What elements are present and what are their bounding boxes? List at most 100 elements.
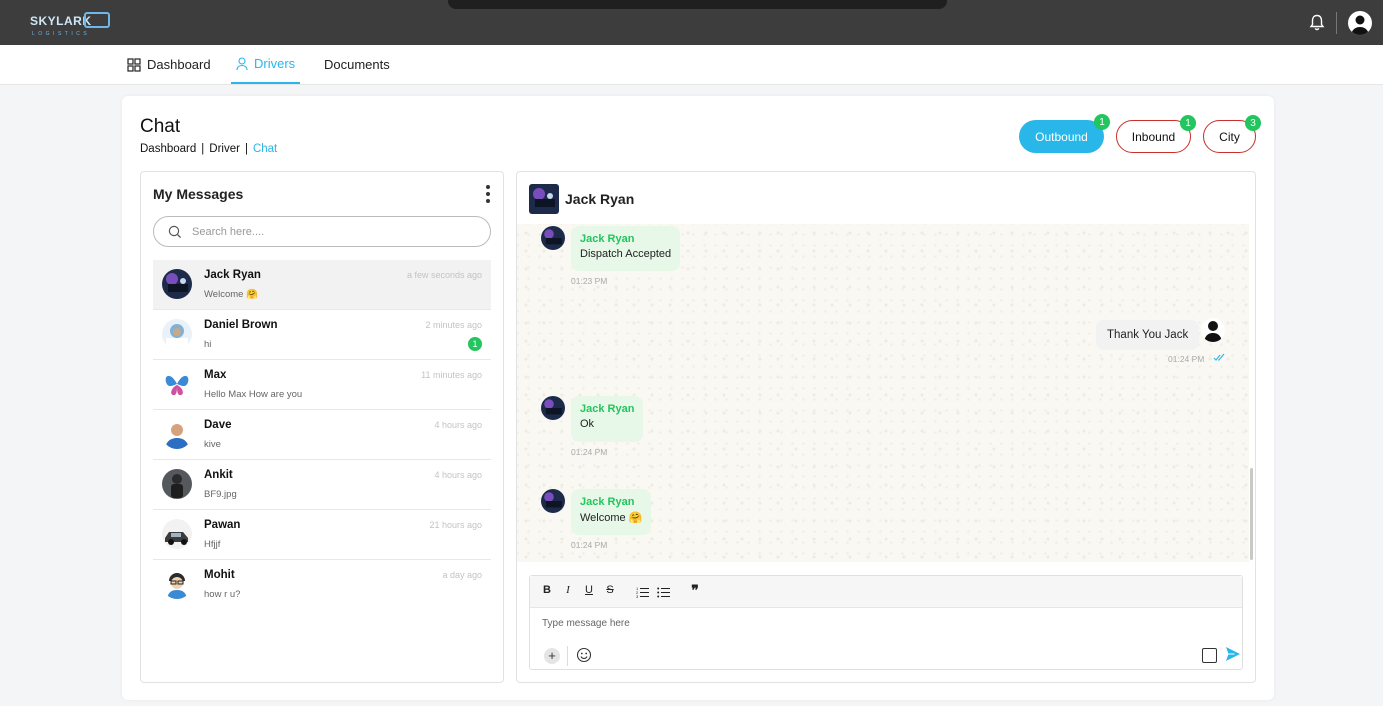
city-filter-button[interactable]: City 3 — [1203, 115, 1261, 153]
conversation-item[interactable]: Mohit how r u? a day ago — [153, 560, 491, 610]
contact-avatar — [162, 469, 192, 499]
conversation-item[interactable]: Pawan Hfjjf 21 hours ago — [153, 510, 491, 560]
formatting-toolbar: B I U S 123 ❞ — [530, 576, 1242, 608]
topbar-divider — [1336, 12, 1337, 34]
nav-dashboard[interactable]: Dashboard — [127, 45, 211, 84]
outbound-filter-button[interactable]: Outbound 1 — [1019, 114, 1110, 153]
message-composer: B I U S 123 ❞ Type message here + — [529, 575, 1243, 670]
nav-dashboard-label: Dashboard — [147, 57, 211, 72]
chat-contact-avatar — [529, 184, 559, 214]
message-preview: hi — [204, 339, 212, 350]
nav-drivers-label: Drivers — [254, 56, 296, 71]
incoming-message: Jack Ryan Ok — [571, 396, 644, 442]
conversation-item[interactable]: Max Hello Max How are you 11 minutes ago — [153, 360, 491, 410]
contact-name: Max — [204, 369, 227, 381]
underline-button[interactable]: U — [582, 584, 596, 596]
contact-avatar — [162, 369, 192, 399]
outbound-label: Outbound — [1035, 129, 1088, 144]
send-icon[interactable] — [1225, 646, 1241, 662]
page-title: Chat — [140, 116, 181, 137]
chat-scrollbar[interactable] — [1250, 468, 1253, 560]
unread-badge: 1 — [468, 337, 482, 351]
message-preview: Hello Max How are you — [204, 389, 303, 400]
message-text: Ok — [580, 418, 595, 430]
truck-icon — [84, 12, 110, 28]
contact-name: Pawan — [204, 519, 241, 531]
breadcrumb-separator: | — [244, 143, 248, 155]
breadcrumb-chat: Chat — [252, 143, 278, 155]
message-text: Thank You Jack — [1107, 329, 1189, 341]
message-preview: kive — [204, 439, 221, 450]
my-messages-title: My Messages — [153, 186, 244, 202]
bullet-list-icon[interactable] — [657, 586, 670, 598]
ordered-list-icon[interactable]: 123 — [636, 586, 649, 598]
message-input[interactable]: Type message here — [542, 618, 630, 629]
contact-name: Ankit — [204, 469, 233, 481]
contact-avatar — [162, 269, 192, 299]
inbound-label: Inbound — [1131, 129, 1176, 144]
sender-avatar — [541, 489, 565, 513]
breadcrumb-separator: | — [201, 143, 205, 155]
contact-avatar — [162, 419, 192, 449]
message-text: Dispatch Accepted — [580, 248, 672, 260]
contact-name: Jack Ryan — [204, 269, 261, 281]
nav-drivers[interactable]: Drivers — [231, 45, 300, 84]
logo-text: SKYLARK — [30, 14, 92, 28]
message-preview: Welcome 🤗 — [204, 289, 258, 300]
strikethrough-button[interactable]: S — [603, 584, 617, 596]
screen-notch — [448, 0, 947, 9]
chat-contact-name: Jack Ryan — [565, 191, 635, 207]
message-sender: Jack Ryan — [580, 403, 635, 415]
skylark-logo[interactable]: SKYLARK LOGISTICS — [22, 10, 112, 40]
message-time: 01:24 PM — [571, 540, 608, 550]
incoming-message: Jack Ryan Dispatch Accepted — [571, 226, 681, 271]
outbound-count-badge: 1 — [1094, 114, 1110, 130]
breadcrumb-dashboard[interactable]: Dashboard — [140, 143, 196, 155]
more-options-icon[interactable] — [484, 184, 492, 206]
add-attachment-button[interactable]: + — [544, 648, 560, 664]
message-time: a day ago — [442, 570, 482, 580]
italic-button[interactable]: I — [561, 584, 575, 596]
city-count-badge: 3 — [1245, 115, 1261, 131]
sender-avatar — [541, 226, 565, 250]
bold-button[interactable]: B — [540, 584, 554, 596]
conversation-item[interactable]: Jack Ryan Welcome 🤗 a few seconds ago — [153, 260, 491, 310]
message-time: 4 hours ago — [434, 470, 482, 480]
message-preview: Hfjjf — [204, 539, 221, 550]
search-icon — [168, 225, 182, 239]
contact-name: Daniel Brown — [204, 319, 278, 331]
message-time: 11 minutes ago — [421, 370, 482, 380]
message-preview: BF9.jpg — [204, 489, 237, 500]
inbound-count-badge: 1 — [1180, 115, 1196, 131]
composer-divider — [567, 646, 568, 666]
conversation-item[interactable]: Ankit BF9.jpg 4 hours ago — [153, 460, 491, 510]
search-input[interactable] — [192, 223, 472, 241]
message-time: 21 hours ago — [429, 520, 482, 530]
conversation-item[interactable]: Dave kive 4 hours ago — [153, 410, 491, 460]
emoji-icon[interactable] — [576, 647, 592, 663]
outgoing-message: Thank You Jack — [1096, 320, 1200, 350]
contact-avatar — [162, 519, 192, 549]
user-avatar[interactable] — [1348, 11, 1372, 35]
message-time: a few seconds ago — [406, 270, 482, 280]
top-bar: SKYLARK LOGISTICS — [0, 0, 1383, 45]
breadcrumb: Dashboard | Driver | Chat — [140, 143, 277, 155]
svg-text:3: 3 — [636, 594, 639, 598]
bell-icon[interactable] — [1309, 14, 1325, 32]
inbound-filter-button[interactable]: Inbound 1 — [1116, 115, 1196, 153]
contact-name: Mohit — [204, 569, 235, 581]
message-time: 2 minutes ago — [425, 320, 482, 330]
message-time: 4 hours ago — [434, 420, 482, 430]
conversation-item[interactable]: Daniel Brown hi 2 minutes ago 1 — [153, 310, 491, 360]
composer-checkbox[interactable] — [1202, 648, 1217, 663]
search-box — [153, 216, 491, 247]
message-preview: how r u? — [204, 589, 241, 600]
incoming-message: Jack Ryan Welcome 🤗 — [571, 489, 652, 535]
person-icon — [236, 56, 248, 70]
breadcrumb-driver[interactable]: Driver — [209, 143, 240, 155]
nav-documents[interactable]: Documents — [324, 45, 390, 84]
nav-documents-label: Documents — [324, 57, 390, 72]
blockquote-button[interactable]: ❞ — [688, 582, 702, 599]
message-time: 01:24 PM — [1168, 354, 1205, 364]
message-sender: Jack Ryan — [580, 496, 635, 508]
